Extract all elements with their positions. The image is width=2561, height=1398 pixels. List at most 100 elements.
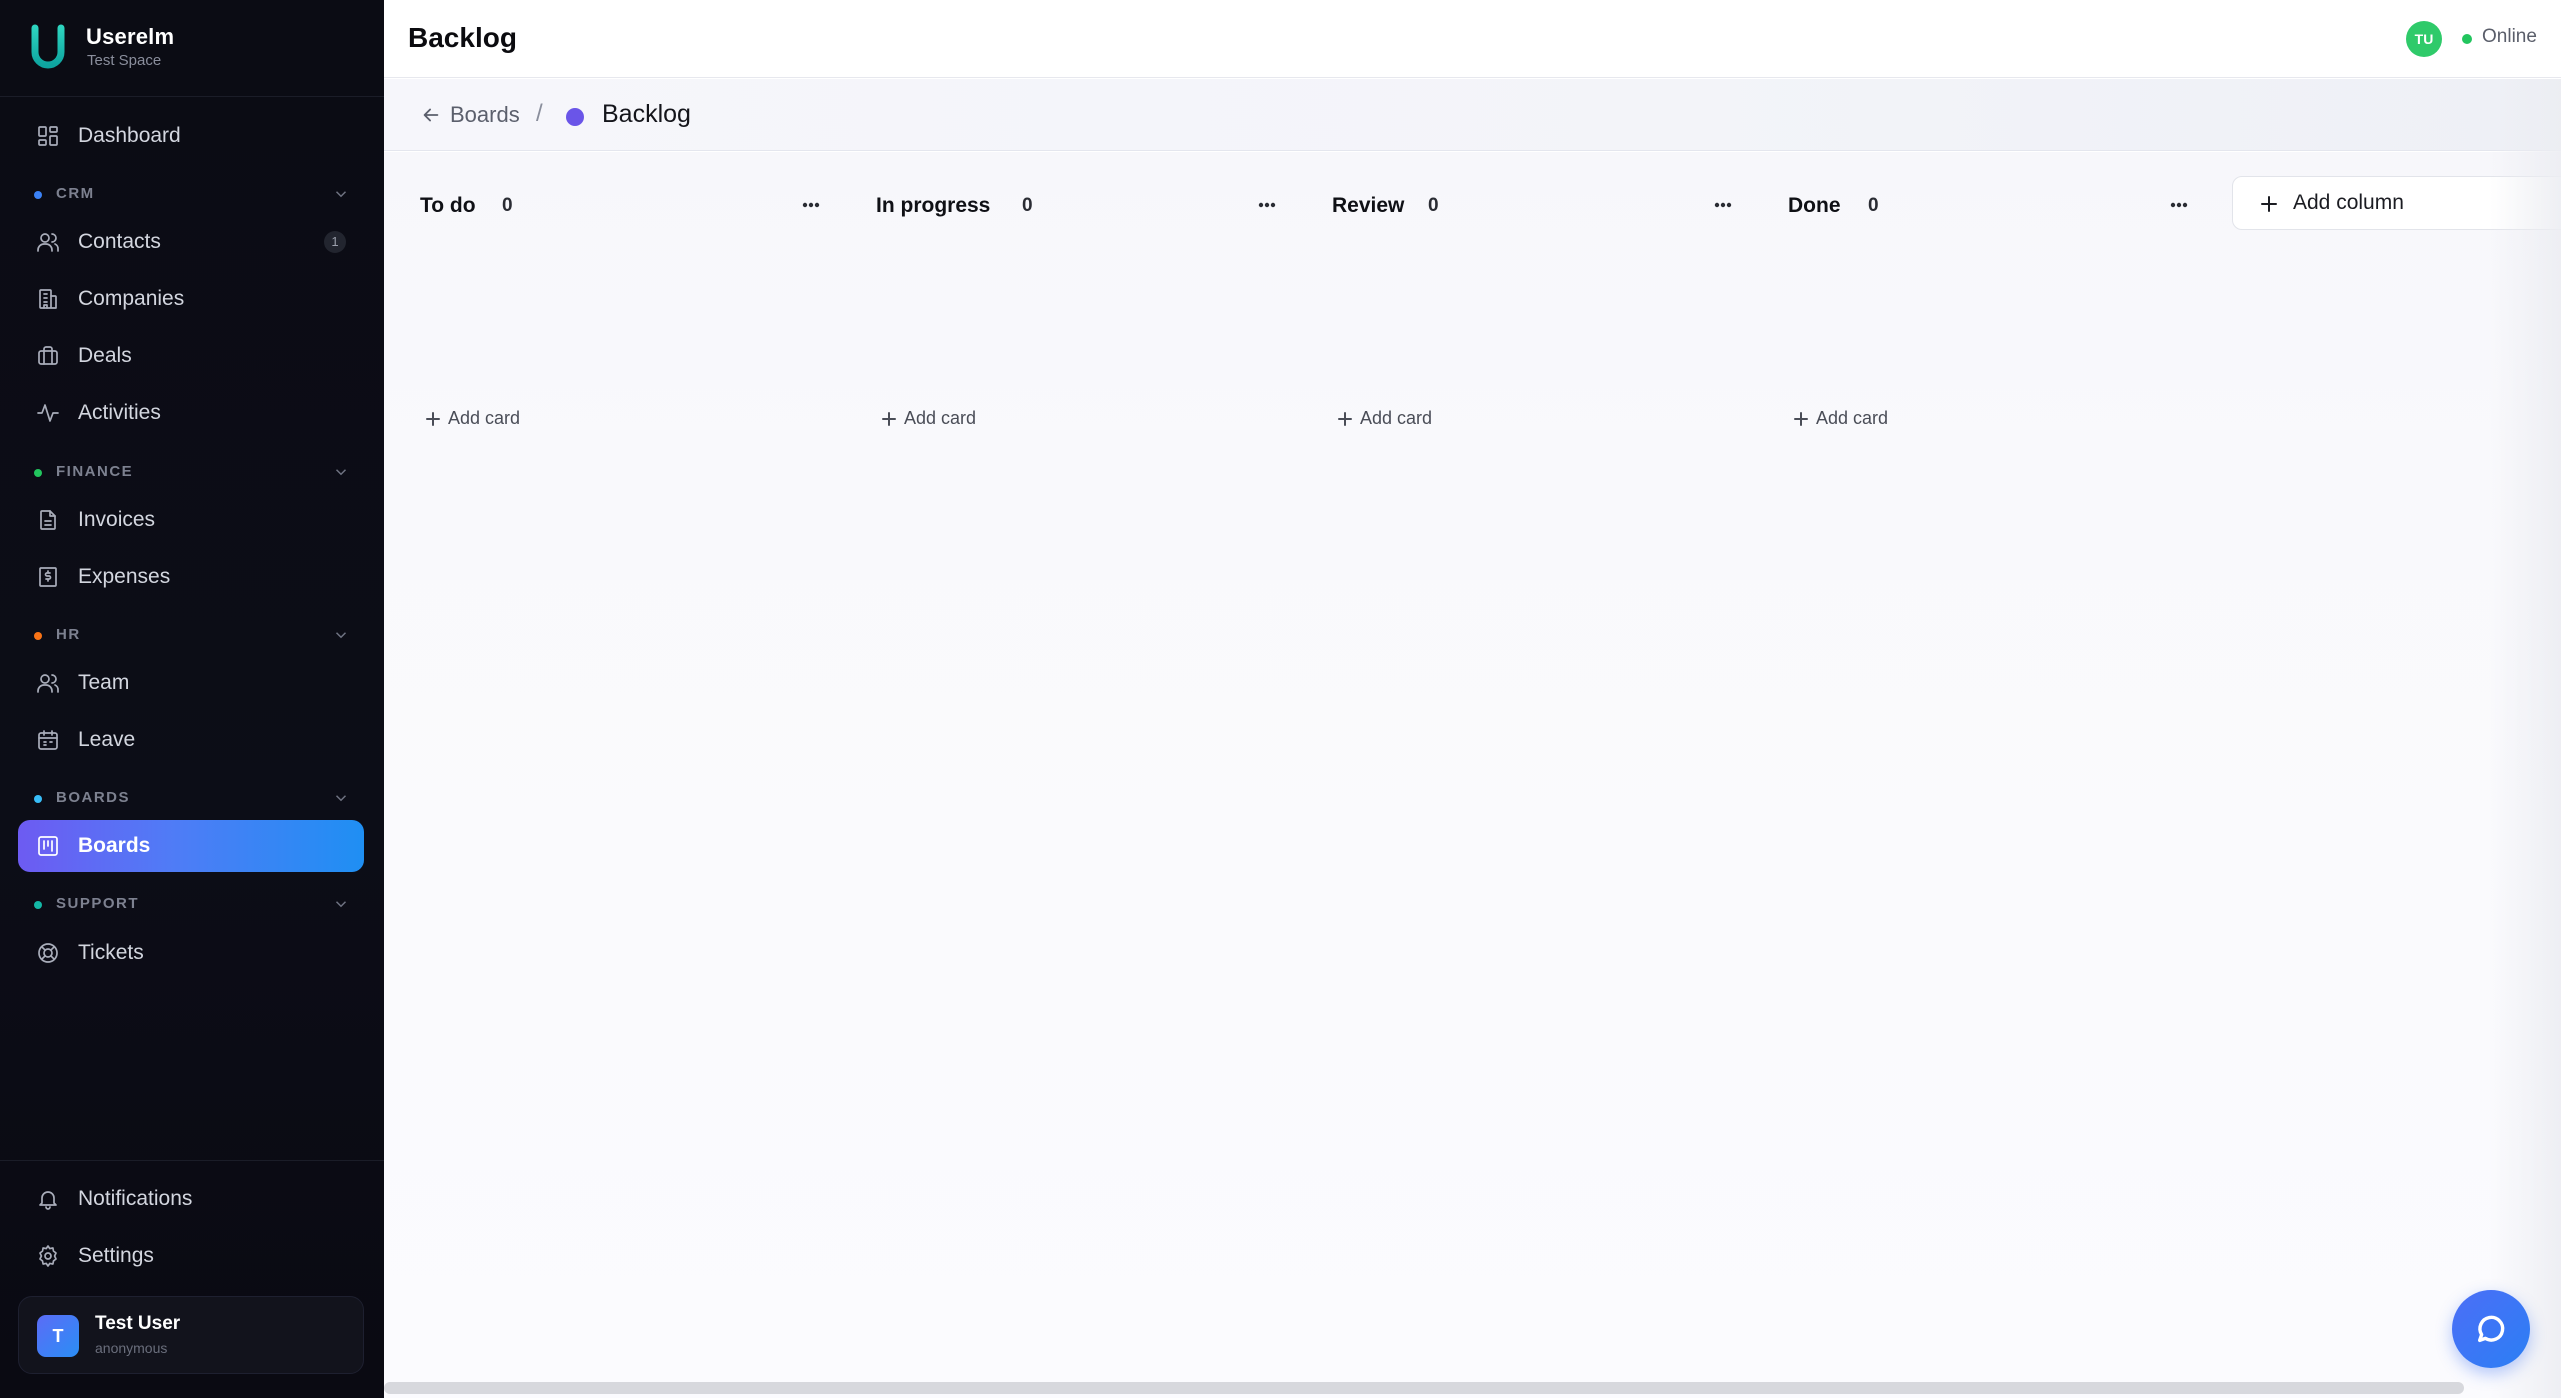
add-card-label: Add card <box>1816 408 1889 428</box>
column-title: Done <box>1788 194 1841 217</box>
section-crm[interactable]: CRM <box>34 183 350 207</box>
more-options-icon[interactable] <box>1708 192 1738 218</box>
more-options-icon[interactable] <box>1252 192 1282 218</box>
sidebar-item-dashboard[interactable]: Dashboard <box>18 110 364 162</box>
avatar[interactable]: TU <box>2406 21 2442 57</box>
sidebar-item-label: Notifications <box>78 1187 193 1210</box>
column-count: 0 <box>1868 195 1879 216</box>
status-dot <box>2462 34 2472 44</box>
board-column: In progress 0 Add card <box>840 152 1280 452</box>
gear-icon <box>36 1244 60 1268</box>
logo-icon <box>31 24 65 69</box>
sidebar-item-label: Deals <box>78 344 132 367</box>
add-card-label: Add card <box>1360 408 1433 428</box>
building-icon <box>36 287 60 311</box>
chevron-down-icon <box>332 463 350 481</box>
more-options-icon[interactable] <box>796 192 826 218</box>
sidebar-divider <box>0 1160 384 1161</box>
section-title: SUPPORT <box>56 895 140 912</box>
sidebar-item-label: Boards <box>78 834 151 857</box>
avatar: T <box>37 1315 79 1357</box>
breadcrumb-current: Backlog <box>602 100 691 128</box>
horizontal-scrollbar[interactable] <box>384 1382 2464 1394</box>
activity-icon <box>36 401 60 425</box>
sidebar-item-label: Team <box>78 671 130 694</box>
file-icon <box>36 508 60 532</box>
user-subtitle: anonymous <box>95 1340 168 1356</box>
plus-icon <box>2259 194 2279 214</box>
sidebar-item-leave[interactable]: Leave <box>18 714 364 766</box>
brand-subtitle: Test Space <box>87 52 162 69</box>
chevron-down-icon <box>332 626 350 644</box>
count-badge: 1 <box>324 231 346 253</box>
sidebar-item-label: Dashboard <box>78 124 181 147</box>
section-support[interactable]: SUPPORT <box>34 893 350 917</box>
sidebar-item-label: Companies <box>78 287 185 310</box>
brand: Userelm Test Space <box>0 0 384 97</box>
sidebar-item-label: Activities <box>78 401 161 424</box>
sidebar-item-contacts[interactable]: Contacts 1 <box>18 216 364 268</box>
add-column-label: Add column <box>2293 191 2404 214</box>
board-column: To do 0 Add card <box>384 152 824 452</box>
briefcase-icon <box>36 344 60 368</box>
section-title: HR <box>56 626 81 643</box>
sidebar-item-tickets[interactable]: Tickets <box>18 927 364 979</box>
sidebar-item-label: Settings <box>78 1244 154 1267</box>
chevron-down-icon <box>332 185 350 203</box>
status-label: Online <box>2482 26 2537 47</box>
column-count: 0 <box>502 195 513 216</box>
user-profile-card[interactable]: T Test User anonymous <box>18 1296 364 1374</box>
sidebar-item-label: Tickets <box>78 941 144 964</box>
column-title: In progress <box>876 194 991 217</box>
sidebar-item-label: Expenses <box>78 565 171 588</box>
sidebar-item-settings[interactable]: Settings <box>18 1230 364 1282</box>
lifebuoy-icon <box>36 941 60 965</box>
kanban-icon <box>36 834 60 858</box>
page-title: Backlog <box>408 22 517 53</box>
sidebar-item-notifications[interactable]: Notifications <box>18 1173 364 1225</box>
plus-icon <box>424 410 442 428</box>
section-boards[interactable]: BOARDS <box>34 787 350 811</box>
chevron-down-icon <box>332 789 350 807</box>
chat-button[interactable] <box>2452 1290 2530 1368</box>
chevron-down-icon <box>332 895 350 913</box>
users-icon <box>36 671 60 695</box>
breadcrumb: Boards / Backlog <box>384 79 2561 151</box>
column-title: To do <box>420 194 476 217</box>
sidebar-item-expenses[interactable]: Expenses <box>18 551 364 603</box>
section-dot <box>34 632 42 640</box>
app: Userelm Test Space Dashboard CRM Contact… <box>0 0 2561 1398</box>
calendar-icon <box>36 728 60 752</box>
sidebar-item-companies[interactable]: Companies <box>18 273 364 325</box>
sidebar: Userelm Test Space Dashboard CRM Contact… <box>0 0 384 1398</box>
users-icon <box>36 230 60 254</box>
dashboard-icon <box>36 124 60 148</box>
board-color-dot <box>566 108 584 126</box>
sidebar-item-invoices[interactable]: Invoices <box>18 494 364 546</box>
section-title: FINANCE <box>56 463 134 480</box>
plus-icon <box>1336 410 1354 428</box>
more-options-icon[interactable] <box>2164 192 2194 218</box>
sidebar-item-label: Leave <box>78 728 136 751</box>
section-finance[interactable]: FINANCE <box>34 461 350 485</box>
sidebar-item-team[interactable]: Team <box>18 657 364 709</box>
plus-icon <box>880 410 898 428</box>
sidebar-item-activities[interactable]: Activities <box>18 387 364 439</box>
add-card-label: Add card <box>448 408 521 428</box>
sidebar-item-deals[interactable]: Deals <box>18 330 364 382</box>
breadcrumb-link-boards[interactable]: Boards <box>450 102 520 128</box>
section-dot <box>34 191 42 199</box>
arrow-left-icon[interactable] <box>420 104 442 126</box>
sidebar-item-boards[interactable]: Boards <box>18 820 364 872</box>
section-hr[interactable]: HR <box>34 624 350 648</box>
chat-bubble-icon <box>2477 1315 2505 1343</box>
column-count: 0 <box>1022 195 1033 216</box>
breadcrumb-separator: / <box>536 100 543 127</box>
bell-icon <box>36 1187 60 1211</box>
sidebar-item-label: Invoices <box>78 508 156 531</box>
column-count: 0 <box>1428 195 1439 216</box>
board-column: Review 0 Add card <box>1296 152 1736 452</box>
section-dot <box>34 901 42 909</box>
add-card-label: Add card <box>904 408 977 428</box>
kanban-board: To do 0 Add card In progress 0 Add card … <box>384 152 2561 1398</box>
